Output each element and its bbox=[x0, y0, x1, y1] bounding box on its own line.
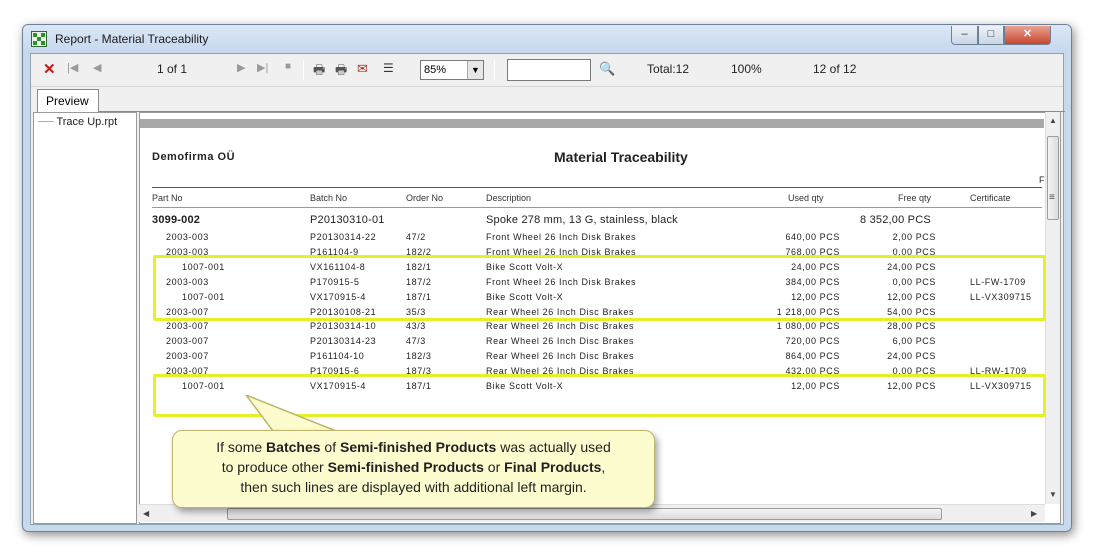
cell-order-no: 182/3 bbox=[406, 351, 432, 362]
table-row: 2003-003 P20130314-22 47/2 Front Wheel 26 I… bbox=[140, 232, 1046, 247]
cell-free-qty: 28,00 PCS bbox=[887, 321, 936, 332]
col-certificate: Certificate bbox=[970, 193, 1011, 203]
cell-used-qty: 1 080,00 PCS bbox=[776, 321, 840, 332]
tree-item-trace-up[interactable]: ── Trace Up.rpt bbox=[38, 116, 117, 128]
callout-tail bbox=[245, 395, 347, 435]
header-rule bbox=[152, 187, 1042, 188]
cell-part-no: 2003-007 bbox=[166, 351, 209, 362]
cell-used-qty: 640,00 PCS bbox=[785, 232, 840, 242]
zoom-select[interactable]: 85% ▼ bbox=[420, 60, 484, 80]
highlight-box bbox=[153, 255, 1046, 321]
table-row: 2003-007 P20130314-10 43/3 Rear Wheel 26 In… bbox=[140, 321, 1046, 336]
callout-line-3: then such lines are displayed with addit… bbox=[240, 479, 587, 495]
toolbar: ✕ |◀ ◀ 1 of 1 ▶ ▶| ■ 🖶 🖶 ✉ ☰ 85% ▼ 🔍 Tot… bbox=[31, 54, 1063, 87]
col-order-no: Order No bbox=[406, 193, 444, 203]
page-indicator: 1 of 1 bbox=[157, 62, 188, 76]
scroll-up-icon[interactable]: ▲ bbox=[1049, 116, 1057, 125]
cell-free-qty: 6,00 PCS bbox=[892, 336, 936, 347]
col-used-qty: Used qty bbox=[788, 193, 824, 203]
cell-part-no: 2003-007 bbox=[166, 336, 209, 347]
table-row: 2003-007 P20130314-23 47/3 Rear Wheel 26 In… bbox=[140, 336, 1046, 351]
cell-order-no: 47/3 bbox=[406, 336, 426, 347]
cell-batch-no: P20130314-23 bbox=[310, 336, 377, 347]
window-title: Report - Material Traceability bbox=[55, 32, 209, 46]
cell-description: Rear Wheel 26 Inch Disc Brakes bbox=[486, 351, 635, 362]
col-description: Description bbox=[486, 193, 532, 203]
stop-icon[interactable]: ■ bbox=[285, 61, 291, 72]
export-icon[interactable]: ✉ bbox=[357, 61, 368, 77]
callout-line-1: If some Batches of Semi-finished Product… bbox=[216, 439, 611, 455]
main-description: Spoke 278 mm, 13 G, stainless, black bbox=[486, 214, 678, 226]
vertical-scrollbar[interactable]: ▲ ≡ ▼ bbox=[1045, 112, 1060, 504]
tree-connector-icon: ── bbox=[38, 116, 54, 128]
chevron-down-icon[interactable]: ▼ bbox=[467, 61, 483, 79]
cell-order-no: 47/2 bbox=[406, 232, 426, 242]
maximize-button[interactable]: □ bbox=[978, 26, 1004, 45]
tab-preview[interactable]: Preview bbox=[37, 89, 99, 112]
cell-batch-no: P161104-10 bbox=[310, 351, 365, 362]
report-band bbox=[140, 119, 1044, 128]
cell-used-qty: 864,00 PCS bbox=[785, 351, 840, 362]
first-page-icon[interactable]: |◀ bbox=[67, 61, 78, 74]
main-row: 3099-002 P20130310-01 Spoke 278 mm, 13 G… bbox=[140, 214, 1046, 229]
cell-description: Rear Wheel 26 Inch Disc Brakes bbox=[486, 336, 635, 347]
zoom-value: 85% bbox=[424, 64, 447, 76]
binoculars-icon[interactable]: 🔍 bbox=[599, 61, 615, 77]
toolbar-separator bbox=[303, 60, 304, 80]
report-title: Material Traceability bbox=[554, 149, 688, 165]
close-x-icon[interactable]: ✕ bbox=[43, 60, 56, 78]
col-part-no: Part No bbox=[152, 193, 183, 203]
record-count: 12 of 12 bbox=[813, 62, 857, 76]
cell-description: Front Wheel 26 Inch Disk Brakes bbox=[486, 232, 637, 242]
group-tree-icon[interactable]: ☰ bbox=[383, 61, 394, 75]
col-free-qty: Free qty bbox=[898, 193, 932, 203]
main-part-no: 3099-002 bbox=[152, 214, 201, 226]
cell-description: Rear Wheel 26 Inch Disc Brakes bbox=[486, 321, 635, 332]
scroll-left-icon[interactable]: ◀ bbox=[143, 509, 149, 518]
next-page-icon[interactable]: ▶ bbox=[237, 61, 245, 74]
prev-page-icon[interactable]: ◀ bbox=[93, 61, 101, 74]
info-callout: If some Batches of Semi-finished Product… bbox=[172, 430, 655, 508]
group-tree: ── Trace Up.rpt bbox=[33, 112, 137, 524]
cell-free-qty: 24,00 PCS bbox=[887, 351, 936, 362]
app-icon bbox=[31, 31, 47, 47]
callout-line-2: to produce other Semi-finished Products … bbox=[221, 459, 606, 475]
cell-free-qty: 2,00 PCS bbox=[892, 232, 936, 242]
cell-part-no: 2003-003 bbox=[166, 232, 209, 242]
scroll-down-icon[interactable]: ▼ bbox=[1049, 490, 1057, 499]
total-label: Total:12 bbox=[647, 62, 690, 76]
grip-icon: ≡ bbox=[1049, 192, 1055, 203]
company-name: Demofirma OÜ bbox=[152, 151, 236, 163]
cell-part-no: 2003-007 bbox=[166, 321, 209, 332]
last-page-icon[interactable]: ▶| bbox=[257, 61, 268, 74]
title-bar[interactable]: Report - Material Traceability – □ ✕ bbox=[23, 25, 1071, 53]
tab-strip: Preview bbox=[31, 87, 1063, 112]
page-marker: F bbox=[1039, 175, 1045, 185]
horizontal-scroll-thumb[interactable] bbox=[227, 508, 942, 520]
cell-used-qty: 720,00 PCS bbox=[785, 336, 840, 347]
search-input[interactable] bbox=[507, 59, 591, 81]
print-icon[interactable]: 🖶 bbox=[313, 61, 325, 83]
close-button[interactable]: ✕ bbox=[1004, 26, 1051, 45]
cell-batch-no: P20130314-22 bbox=[310, 232, 377, 242]
print-setup-icon[interactable]: 🖶 bbox=[335, 61, 347, 83]
toolbar-separator bbox=[494, 60, 495, 80]
vertical-scroll-thumb[interactable] bbox=[1047, 136, 1059, 220]
col-batch-no: Batch No bbox=[310, 193, 348, 203]
percent-label: 100% bbox=[731, 62, 762, 76]
main-free-qty: 8 352,00 PCS bbox=[860, 214, 931, 226]
scroll-right-icon[interactable]: ▶ bbox=[1031, 509, 1037, 518]
minimize-button[interactable]: – bbox=[951, 26, 978, 45]
cell-batch-no: P20130314-10 bbox=[310, 321, 377, 332]
tree-item-label: Trace Up.rpt bbox=[56, 116, 118, 128]
table-row: 2003-007 P161104-10 182/3 Rear Wheel 26 Inc… bbox=[140, 351, 1046, 366]
main-batch-no: P20130310-01 bbox=[310, 214, 385, 226]
column-rule bbox=[152, 207, 1042, 208]
cell-order-no: 43/3 bbox=[406, 321, 426, 332]
